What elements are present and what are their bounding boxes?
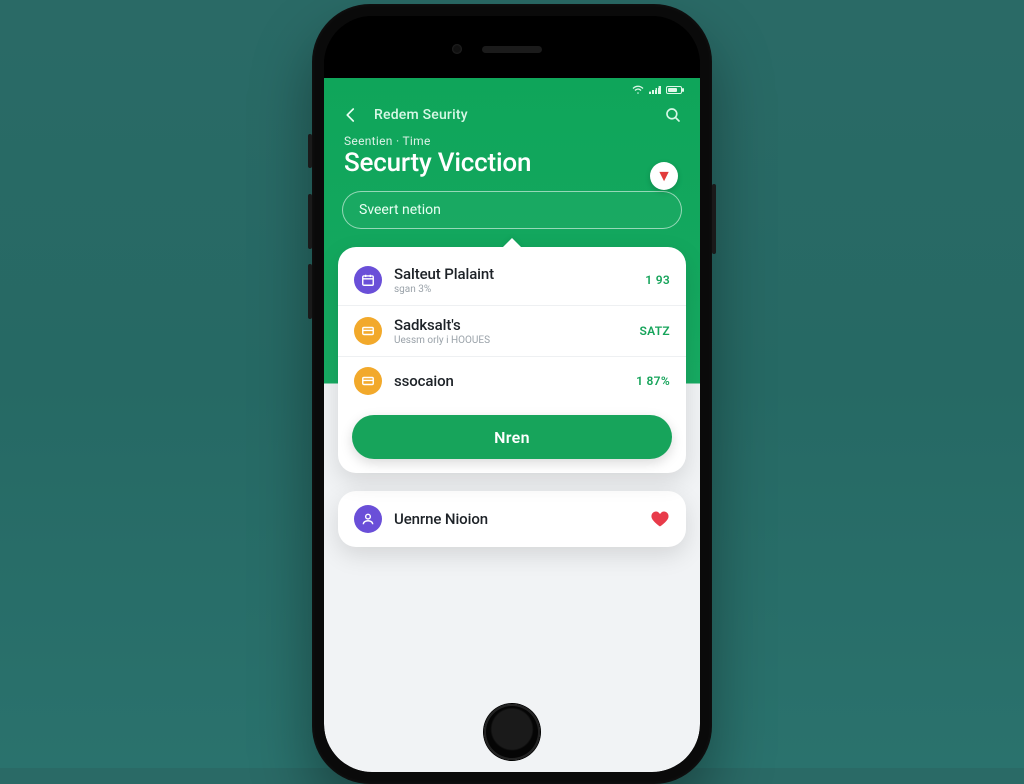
list-item-value: 1 93 bbox=[645, 273, 670, 287]
search-button[interactable] bbox=[662, 104, 684, 126]
mute-switch[interactable] bbox=[308, 134, 312, 168]
alert-badge[interactable]: ▼ bbox=[650, 162, 678, 190]
wifi-icon bbox=[632, 85, 644, 95]
top-bar: Redem Seurity bbox=[324, 98, 700, 128]
primary-cta-label: Nren bbox=[494, 428, 530, 447]
topbar-title: Redem Seurity bbox=[374, 107, 650, 123]
results-card: Salteut Plalaint sgan 3% 1 93 Sadksalt's… bbox=[338, 247, 686, 473]
bezel-top bbox=[324, 16, 700, 78]
page-title: Securty Vicction bbox=[344, 150, 680, 177]
screen: Redem Seurity Seentien · Time Securty Vi… bbox=[324, 16, 700, 772]
list-item-title: ssocaion bbox=[394, 372, 624, 390]
list-item[interactable]: ssocaion 1 87% bbox=[338, 356, 686, 405]
back-button[interactable] bbox=[340, 104, 362, 126]
battery-icon bbox=[666, 86, 682, 94]
secondary-card: Uenrne Nioion bbox=[338, 491, 686, 547]
earpiece-speaker bbox=[482, 46, 542, 53]
phone-frame: Redem Seurity Seentien · Time Securty Vi… bbox=[312, 4, 712, 784]
volume-down-button[interactable] bbox=[308, 264, 312, 319]
power-button[interactable] bbox=[712, 184, 716, 254]
list-item-title: Uenrne Nioion bbox=[394, 510, 638, 528]
user-icon bbox=[354, 505, 382, 533]
home-button[interactable] bbox=[484, 704, 540, 760]
list-item[interactable]: Uenrne Nioion bbox=[338, 495, 686, 543]
front-camera bbox=[452, 44, 462, 54]
list-item[interactable]: Sadksalt's Uessm orly i HOOUES SATZ bbox=[338, 305, 686, 356]
card-icon bbox=[354, 317, 382, 345]
list-item[interactable]: Salteut Plalaint sgan 3% 1 93 bbox=[338, 255, 686, 305]
calendar-icon bbox=[354, 266, 382, 294]
hero: Seentien · Time Securty Vicction ▼ bbox=[324, 128, 700, 177]
list-item-subtitle: Uessm orly i HOOUES bbox=[394, 335, 628, 346]
primary-cta-button[interactable]: Nren bbox=[352, 415, 672, 459]
app-viewport: Redem Seurity Seentien · Time Securty Vi… bbox=[324, 78, 700, 772]
volume-up-button[interactable] bbox=[308, 194, 312, 249]
list-item-value: SATZ bbox=[640, 324, 670, 338]
status-bar bbox=[324, 78, 700, 98]
list-item-subtitle: sgan 3% bbox=[394, 284, 633, 295]
alert-icon: ▼ bbox=[656, 166, 672, 186]
card-icon bbox=[354, 367, 382, 395]
list-item-title: Sadksalt's bbox=[394, 316, 628, 334]
cellular-signal-icon bbox=[649, 86, 661, 94]
list-item-title: Salteut Plalaint bbox=[394, 265, 633, 283]
heart-icon[interactable] bbox=[650, 509, 670, 529]
list-item-value: 1 87% bbox=[636, 374, 670, 388]
hero-eyebrow: Seentien · Time bbox=[344, 134, 680, 148]
filter-pill-label: Sveert netion bbox=[359, 202, 441, 218]
filter-pill[interactable]: Sveert netion bbox=[342, 191, 682, 229]
